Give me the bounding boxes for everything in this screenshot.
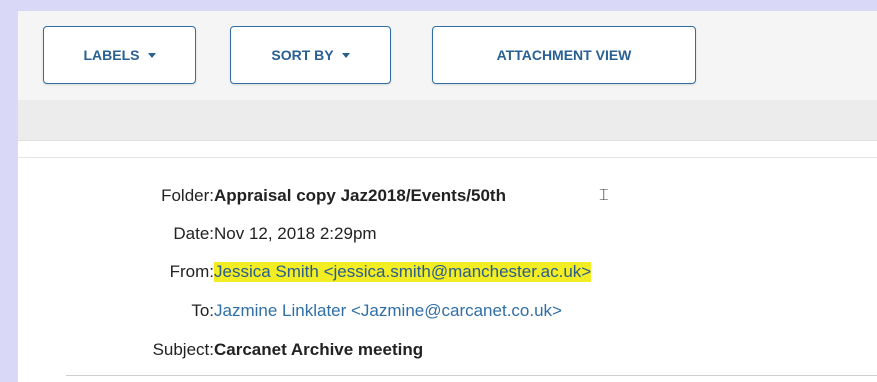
toolbar: LABELS SORT BY ATTACHMENT VIEW bbox=[18, 11, 877, 100]
date-value: Nov 12, 2018 2:29pm bbox=[214, 224, 377, 243]
chevron-down-icon bbox=[341, 52, 350, 58]
sort-by-button[interactable]: SORT BY bbox=[230, 26, 391, 84]
attachment-view-button-label: ATTACHMENT VIEW bbox=[496, 47, 632, 63]
from-label: From: bbox=[169, 262, 214, 281]
text-cursor-icon: ⌶ bbox=[599, 187, 609, 204]
email-metadata: Folder: Appraisal copy Jaz2018/Events/50… bbox=[18, 157, 877, 382]
to-value[interactable]: Jazmine Linklater <Jazmine@carcanet.co.u… bbox=[214, 301, 562, 321]
sort-by-button-label: SORT BY bbox=[271, 47, 334, 63]
toolbar-strip bbox=[18, 100, 877, 141]
to-label: To: bbox=[191, 301, 214, 320]
subject-row: Subject: Carcanet Archive meeting bbox=[18, 336, 877, 366]
date-label: Date: bbox=[173, 224, 214, 243]
chevron-down-icon bbox=[147, 52, 156, 58]
labels-button-label: LABELS bbox=[83, 47, 140, 63]
folder-value: Appraisal copy Jaz2018/Events/50th bbox=[214, 186, 506, 205]
subject-value: Carcanet Archive meeting bbox=[214, 340, 424, 359]
date-row: Date: Nov 12, 2018 2:29pm bbox=[18, 220, 877, 250]
from-value[interactable]: Jessica Smith <jessica.smith@manchester.… bbox=[214, 262, 592, 282]
to-row: To: Jazmine Linklater <Jazmine@carcanet.… bbox=[18, 297, 877, 327]
subject-label: Subject: bbox=[152, 340, 214, 359]
folder-label: Folder: bbox=[161, 186, 214, 205]
folder-row: Folder: Appraisal copy Jaz2018/Events/50… bbox=[18, 182, 877, 212]
from-row: From: Jessica Smith <jessica.smith@manch… bbox=[18, 258, 877, 288]
email-panel: LABELS SORT BY ATTACHMENT VIEW Folder: A… bbox=[18, 11, 877, 382]
labels-button[interactable]: LABELS bbox=[43, 26, 196, 84]
attachment-view-button[interactable]: ATTACHMENT VIEW bbox=[432, 26, 696, 84]
divider bbox=[66, 375, 877, 376]
